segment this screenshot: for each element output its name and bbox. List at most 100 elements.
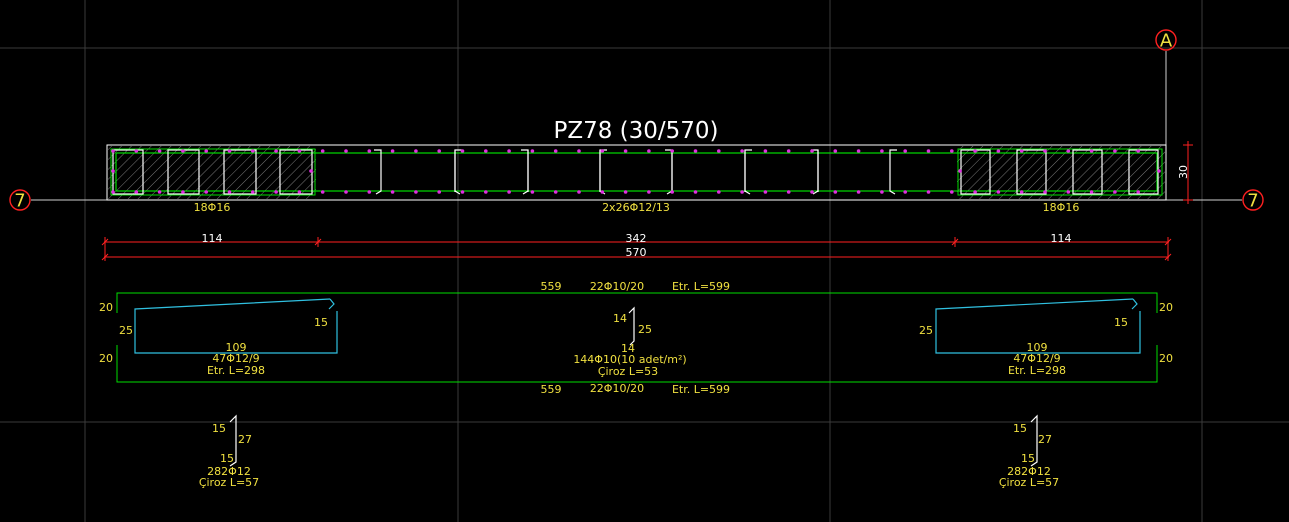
tie-left-length: Çiroz L=57	[199, 476, 259, 489]
hook-top-left: 20	[99, 301, 113, 314]
rebar-point	[623, 190, 628, 194]
rebar-point	[181, 190, 185, 194]
tie-center-length: Çiroz L=53	[598, 365, 658, 378]
tie	[521, 149, 529, 195]
rebar-point	[600, 149, 605, 153]
top-bar-length: 559	[541, 280, 562, 293]
rebar-point	[134, 149, 139, 153]
tie-right-length: Çiroz L=57	[999, 476, 1059, 489]
rebar-point	[320, 149, 325, 153]
top-bar-etr: Etr. L=599	[672, 280, 730, 293]
hook-bottom-right: 20	[1159, 352, 1173, 365]
rebar-point	[810, 190, 814, 194]
rebar-point	[111, 149, 115, 153]
rebar-point	[926, 149, 931, 153]
rebar-point	[251, 149, 255, 153]
rebar-point	[903, 190, 907, 194]
rebar-point	[530, 149, 535, 153]
rebar-point	[297, 190, 302, 194]
tie-right-top: 15	[1013, 422, 1027, 435]
rebar-point	[181, 149, 185, 153]
rebar-point	[1089, 149, 1094, 153]
rebar-point	[320, 190, 325, 194]
rebar-point	[157, 149, 162, 153]
dim-middle: 342	[626, 232, 647, 245]
tie-left-side: 27	[238, 433, 252, 446]
rebar-point	[577, 190, 581, 194]
rebar-point	[1089, 190, 1094, 194]
rebar-point	[1043, 190, 1047, 194]
rebar-point	[309, 169, 313, 173]
bottom-bar-etr: Etr. L=599	[672, 383, 730, 396]
rebar-point	[507, 149, 511, 153]
rebar-point	[717, 149, 721, 153]
rebar-point	[647, 149, 651, 153]
rebar-point	[227, 190, 232, 194]
dim-right: 114	[1051, 232, 1072, 245]
rebar-point	[880, 190, 884, 194]
rebar-point	[810, 149, 814, 153]
dim-left: 114	[202, 232, 223, 245]
hook-top-right: 20	[1159, 301, 1173, 314]
rebar-point	[740, 190, 744, 194]
rebar-point	[763, 190, 768, 194]
tie-left-top: 15	[212, 422, 226, 435]
rebar-point	[1157, 169, 1161, 173]
drawing-canvas[interactable]: 7 7 A PZ78 (30/570) 18Φ16 2x26Φ12/13 18Φ…	[0, 0, 1289, 522]
axis-label-a: A	[1160, 31, 1173, 52]
rebar-point	[460, 190, 465, 194]
rebar-point	[763, 149, 768, 153]
rebar-point	[670, 190, 674, 194]
rebar-point	[693, 149, 698, 153]
rebar-point	[227, 149, 232, 153]
tie	[889, 149, 897, 195]
rebar-point	[344, 190, 348, 194]
rebar-point	[950, 149, 954, 153]
rebar-point	[507, 190, 511, 194]
rebar-point	[390, 149, 395, 153]
bottom-bar-length: 559	[541, 383, 562, 396]
tie-pair	[454, 150, 529, 192]
rebar-point	[740, 149, 744, 153]
stirrup-left-hook: 15	[314, 316, 328, 329]
rebar-point	[958, 169, 962, 173]
tie-right-bottom: 15	[1021, 452, 1035, 465]
middle-bars-label: 2x26Φ12/13	[602, 201, 670, 214]
rebar-point	[856, 149, 861, 153]
rebar-point	[274, 149, 278, 153]
rebar-point	[670, 149, 674, 153]
tie-center-side: 25	[638, 323, 652, 336]
rebar-point	[600, 190, 605, 194]
axis-label-7-left: 7	[14, 191, 25, 212]
rebar-point	[786, 190, 791, 194]
rebar-point	[134, 190, 139, 194]
rebar-point	[996, 149, 1001, 153]
rebar-point	[460, 149, 465, 153]
axis-bubble-7-left: 7	[9, 189, 31, 212]
section-view	[106, 144, 1167, 201]
tie	[599, 149, 607, 195]
rebar-point	[1113, 149, 1117, 153]
rebar-point	[390, 190, 395, 194]
rebar-point	[484, 190, 488, 194]
rebar-point	[577, 149, 581, 153]
tie	[744, 149, 752, 195]
bottom-bar-spec: 22Φ10/20	[590, 382, 644, 395]
rebar-point	[437, 190, 442, 194]
hook-bottom-left: 20	[99, 352, 113, 365]
stirrup-right-side: 25	[919, 324, 933, 337]
rebar-point	[251, 190, 255, 194]
stirrup-right-hook: 15	[1114, 316, 1128, 329]
rebar-point	[344, 149, 348, 153]
rebar-point	[647, 190, 651, 194]
height-label: 30	[1177, 165, 1190, 179]
rebar-point	[1043, 149, 1047, 153]
dim-total: 570	[626, 246, 647, 259]
tie-left-bottom: 15	[220, 452, 234, 465]
tie-pair	[744, 150, 819, 192]
tie-right-side: 27	[1038, 433, 1052, 446]
rebar-point	[111, 169, 115, 173]
left-bars-label: 18Φ16	[194, 201, 231, 214]
rebar-point	[717, 190, 721, 194]
tie	[665, 149, 673, 195]
